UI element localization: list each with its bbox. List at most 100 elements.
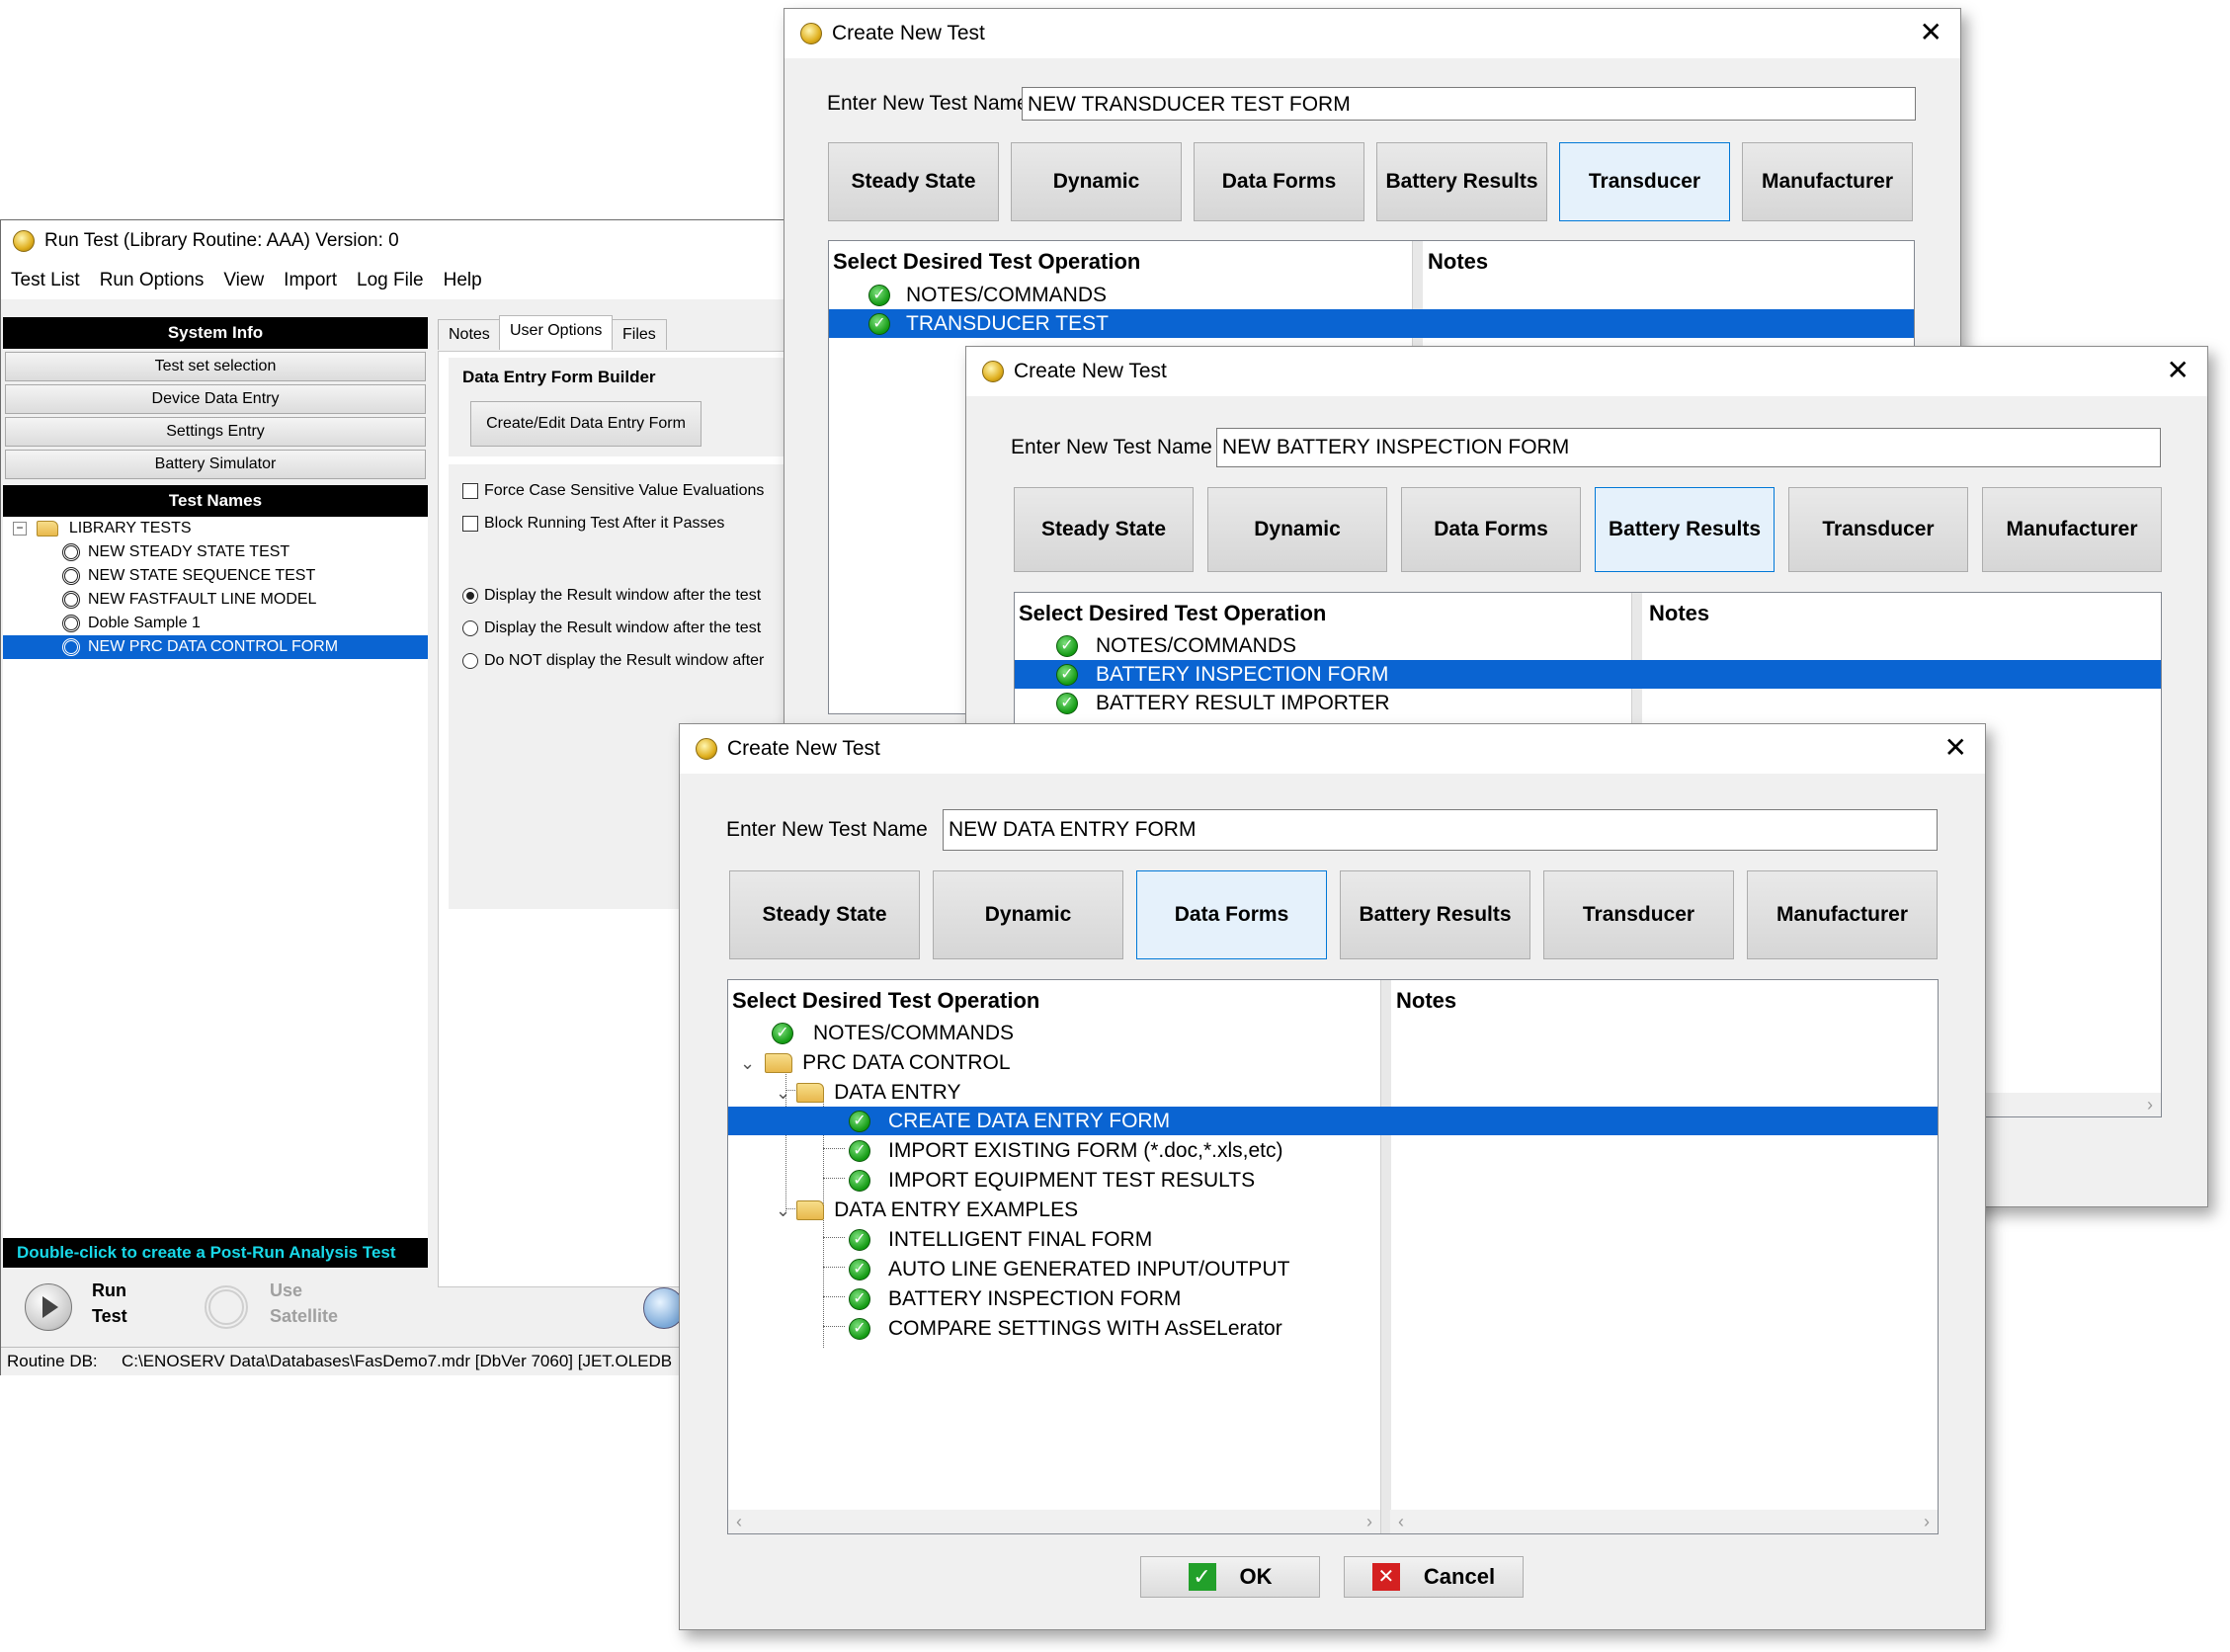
tree-item[interactable]: ✓ INTELLIGENT FINAL FORM [728,1225,1380,1254]
ok-button[interactable]: ✓ OK [1140,1556,1320,1598]
list-item-selected[interactable]: ✓ BATTERY INSPECTION FORM [1015,660,2161,689]
operation-column-header: Select Desired Test Operation [833,249,1141,274]
battery-simulator-button[interactable]: Battery Simulator [5,450,426,479]
checkbox[interactable] [462,482,478,499]
run-test-label[interactable]: Run Test [92,1278,127,1329]
tree-folder-examples[interactable]: ⌄ DATA ENTRY EXAMPLES [728,1196,1380,1224]
chevron-down-icon[interactable]: ⌄ [776,1083,790,1103]
category-battery-results[interactable]: Battery Results [1376,142,1547,221]
scroll-left-icon[interactable]: ‹ [736,1510,742,1533]
tree-item[interactable]: ✓ COMPARE SETTINGS WITH AsSELerator [728,1314,1380,1343]
menu-view[interactable]: View [223,270,264,291]
tree-item[interactable]: Doble Sample 1 [3,612,428,635]
menu-help[interactable]: Help [444,270,482,291]
radio[interactable] [462,620,478,636]
device-data-entry-button[interactable]: Device Data Entry [5,384,426,414]
tree-item-selected[interactable]: NEW PRC DATA CONTROL FORM [3,635,428,659]
category-manufacturer[interactable]: Manufacturer [1742,142,1913,221]
test-name-input[interactable]: NEW TRANSDUCER TEST FORM [1022,87,1916,121]
tree-item[interactable]: ✓ IMPORT EXISTING FORM (*.doc,*.xls,etc) [728,1136,1380,1165]
tab-notes[interactable]: Notes [438,319,501,350]
category-data-forms[interactable]: Data Forms [1136,870,1327,959]
column-splitter[interactable] [1380,980,1391,1533]
menu-import[interactable]: Import [284,270,337,291]
play-icon [42,1296,58,1318]
close-icon[interactable]: ✕ [1920,17,1942,48]
tree-item[interactable]: NEW STATE SEQUENCE TEST [3,564,428,588]
folder-icon [37,520,59,537]
tab-user-options[interactable]: User Options [499,315,614,350]
category-data-forms[interactable]: Data Forms [1194,142,1364,221]
list-item[interactable]: ✓ BATTERY RESULT IMPORTER [1015,689,2161,717]
category-manufacturer[interactable]: Manufacturer [1982,487,2162,572]
checkbox[interactable] [462,515,478,532]
check-icon: ✓ [849,1170,870,1193]
category-dynamic[interactable]: Dynamic [1207,487,1387,572]
satellite-icon[interactable] [205,1285,248,1329]
tab-files[interactable]: Files [612,319,667,350]
category-battery-results[interactable]: Battery Results [1595,487,1775,572]
test-name-input[interactable]: NEW BATTERY INSPECTION FORM [1216,428,2161,467]
tree-folder-prc[interactable]: ⌄ PRC DATA CONTROL [728,1048,1380,1077]
tree-item[interactable]: ✓ AUTO LINE GENERATED INPUT/OUTPUT [728,1255,1380,1283]
notes-scrollbar[interactable]: ‹ › [1390,1510,1938,1533]
list-item[interactable]: ✓ NOTES/COMMANDS [829,281,1914,309]
settings-entry-button[interactable]: Settings Entry [5,417,426,447]
scroll-left-icon[interactable]: ‹ [1398,1510,1404,1533]
result-window-radio-1[interactable]: Display the Result window after the test [462,587,761,605]
category-steady-state[interactable]: Steady State [828,142,999,221]
check-icon: ✓ [868,313,890,336]
category-data-forms[interactable]: Data Forms [1401,487,1581,572]
name-label: Enter New Test Name [726,818,928,841]
result-window-radio-3[interactable]: Do NOT display the Result window after [462,652,764,670]
category-steady-state[interactable]: Steady State [729,870,920,959]
category-manufacturer[interactable]: Manufacturer [1747,870,1938,959]
item-label: DATA ENTRY [834,1081,961,1104]
category-dynamic[interactable]: Dynamic [933,870,1123,959]
run-test-button[interactable] [25,1283,72,1331]
list-item-selected[interactable]: ✓ TRANSDUCER TEST [829,309,1914,338]
category-transducer[interactable]: Transducer [1559,142,1730,221]
tree-item[interactable]: NEW STEADY STATE TEST [3,540,428,564]
test-name-input[interactable]: NEW DATA ENTRY FORM [943,809,1938,851]
collapse-icon[interactable]: − [13,521,27,536]
tree-folder-data-entry[interactable]: ⌄ DATA ENTRY [728,1078,1380,1107]
menu-test-list[interactable]: Test List [11,270,80,291]
tree-item[interactable]: ✓ BATTERY INSPECTION FORM [728,1284,1380,1313]
tree-item[interactable]: ✓ IMPORT EQUIPMENT TEST RESULTS [728,1166,1380,1195]
use-satellite-label[interactable]: Use Satellite [270,1278,338,1329]
radio[interactable] [462,652,478,669]
category-steady-state[interactable]: Steady State [1014,487,1194,572]
use-label: Use [270,1280,303,1300]
category-dynamic[interactable]: Dynamic [1011,142,1182,221]
radio[interactable] [462,587,478,604]
create-edit-form-button[interactable]: Create/Edit Data Entry Form [470,401,702,447]
block-running-option[interactable]: Block Running Test After it Passes [462,515,724,533]
scroll-right-icon[interactable]: › [1924,1510,1930,1533]
tree-item-notes[interactable]: ✓ NOTES/COMMANDS [728,1019,1380,1047]
dialog-title: Create New Test [832,22,985,44]
category-transducer[interactable]: Transducer [1543,870,1734,959]
tree-item[interactable]: NEW FASTFAULT LINE MODEL [3,588,428,612]
category-transducer[interactable]: Transducer [1788,487,1968,572]
result-window-radio-2[interactable]: Display the Result window after the test [462,620,761,637]
category-battery-results[interactable]: Battery Results [1340,870,1530,959]
scroll-right-icon[interactable]: › [1366,1510,1372,1533]
test-set-selection-button[interactable]: Test set selection [5,352,426,381]
folder-icon [796,1200,825,1221]
tree-root[interactable]: − LIBRARY TESTS [3,517,428,540]
cancel-button[interactable]: ✕ Cancel [1344,1556,1524,1598]
create-test-dialog-data-forms: Create New Test ✕ Enter New Test Name NE… [679,723,1986,1630]
operation-scrollbar[interactable]: ‹ › [728,1510,1380,1533]
menu-run-options[interactable]: Run Options [100,270,205,291]
chevron-down-icon[interactable]: ⌄ [740,1053,755,1073]
chevron-down-icon[interactable]: ⌄ [776,1200,790,1220]
close-icon[interactable]: ✕ [2167,355,2189,386]
close-icon[interactable]: ✕ [1944,732,1967,764]
satellite-label: Satellite [270,1306,339,1326]
tree-item-selected[interactable]: ✓ CREATE DATA ENTRY FORM [728,1107,1938,1135]
list-item[interactable]: ✓ NOTES/COMMANDS [1015,631,2161,660]
menu-log-file[interactable]: Log File [357,270,424,291]
case-sensitive-option[interactable]: Force Case Sensitive Value Evaluations [462,482,764,500]
test-label: Test [92,1306,127,1326]
